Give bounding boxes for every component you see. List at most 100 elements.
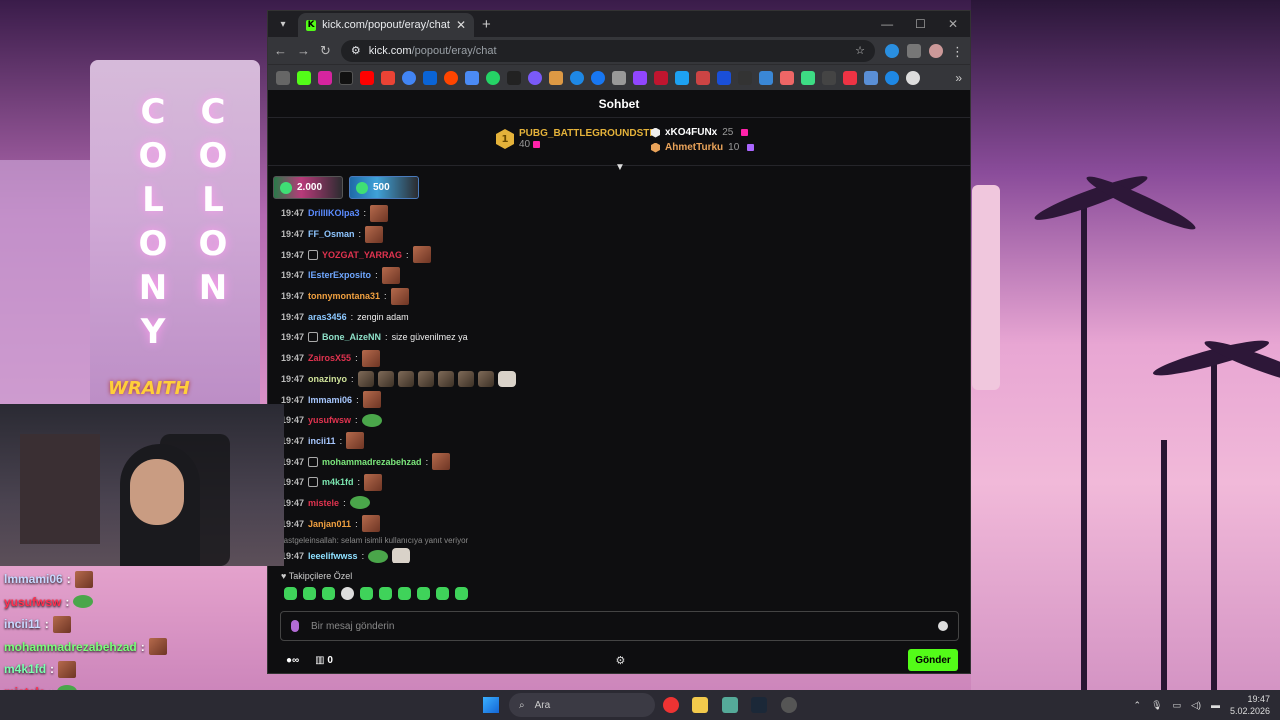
bookmark-instagram-icon[interactable]: [318, 70, 332, 85]
profile-avatar[interactable]: [929, 43, 943, 58]
chat-message[interactable]: 19:47 aras3456: zengin adam: [281, 306, 957, 327]
bookmark-dark-icon[interactable]: [822, 70, 836, 85]
network-icon[interactable]: ▭: [1173, 700, 1182, 711]
bookmark-play-icon[interactable]: [570, 70, 584, 85]
tab-search-icon[interactable]: ▾: [272, 13, 294, 35]
bookmark-red-icon[interactable]: [654, 70, 668, 85]
bookmark-youtube-icon[interactable]: [360, 70, 374, 85]
emote-button[interactable]: [436, 587, 449, 600]
settings-gear-icon[interactable]: ⚙: [616, 654, 626, 667]
bookmark-chart-icon[interactable]: [843, 70, 857, 85]
message-username[interactable]: mistele: [308, 498, 339, 508]
bookmark-play2-icon[interactable]: [885, 70, 899, 85]
file-explorer-icon[interactable]: [692, 697, 708, 713]
goal-pill[interactable]: 2.000: [273, 176, 343, 199]
extensions-puzzle-icon[interactable]: [907, 43, 921, 58]
bookmark-icon[interactable]: [696, 70, 710, 85]
message-username[interactable]: YOZGAT_YARRAG: [322, 250, 402, 260]
bookmark-x-icon[interactable]: [339, 70, 353, 85]
forward-icon[interactable]: →: [297, 43, 310, 58]
emote-button[interactable]: [360, 587, 373, 600]
leaderboard-second[interactable]: xKO4FUNx 25: [651, 125, 754, 140]
address-bar[interactable]: ⚙ kick.com/popout/eray/chat ☆: [340, 39, 875, 62]
bookmark-kick-icon[interactable]: [297, 70, 311, 85]
chat-message[interactable]: 19:47 leeelifwwss:: [281, 546, 957, 563]
chat-message[interactable]: 19:47 mohammadrezabehzad:: [281, 451, 957, 472]
message-username[interactable]: leeelifwwss: [308, 551, 358, 561]
chat-message[interactable]: 19:47 m4k1fd:: [281, 472, 957, 493]
chat-message[interactable]: 19:47 mistele:: [281, 493, 957, 514]
message-input[interactable]: Bir mesaj gönderin: [280, 611, 959, 641]
bookmark-android-icon[interactable]: [801, 70, 815, 85]
chat-message[interactable]: 19:47 onazinyo:: [281, 369, 957, 390]
message-username[interactable]: Janjan011: [308, 519, 351, 529]
collapse-icon[interactable]: ▼: [615, 162, 625, 173]
chat-message[interactable]: 19:47 FF_Osman:: [281, 224, 957, 245]
emote-button[interactable]: [284, 587, 297, 600]
bookmark-store-icon[interactable]: [549, 70, 563, 85]
battery-icon[interactable]: ▬: [1211, 700, 1220, 710]
message-username[interactable]: incii11: [308, 436, 336, 446]
message-username[interactable]: ZairosX55: [308, 353, 351, 363]
menu-icon[interactable]: ⋮: [951, 44, 964, 59]
chat-message[interactable]: 19:47 Janjan011:: [281, 513, 957, 534]
bookmark-tiktok-icon[interactable]: [507, 70, 521, 85]
reload-icon[interactable]: ↻: [320, 43, 331, 59]
more-bookmarks-icon[interactable]: »: [955, 71, 962, 85]
message-username[interactable]: mohammadrezabehzad: [322, 457, 422, 467]
bookmark-cloud-icon[interactable]: [759, 70, 773, 85]
message-username[interactable]: onazinyo: [308, 374, 347, 384]
bookmark-app-icon[interactable]: [528, 70, 542, 85]
leaderboard-first[interactable]: 1 PUBG_BATTLEGROUNDSTR 40: [496, 128, 657, 150]
emote-button[interactable]: [379, 587, 392, 600]
message-username[interactable]: lmmami06: [308, 395, 352, 405]
chat-message[interactable]: 19:47 incii11:: [281, 431, 957, 452]
chat-message[interactable]: 19:47 tonnymontana31:: [281, 286, 957, 307]
bookmark-whatsapp-icon[interactable]: [486, 70, 500, 85]
chat-message[interactable]: 19:47 yusufwsw:: [281, 410, 957, 431]
new-tab-icon[interactable]: +: [482, 16, 491, 33]
send-button[interactable]: Gönder: [908, 649, 958, 671]
tray-chevron-icon[interactable]: ⌃: [1134, 700, 1142, 711]
volume-icon[interactable]: ◁): [1191, 700, 1201, 711]
message-username[interactable]: aras3456: [308, 312, 347, 322]
steam-icon[interactable]: [751, 697, 767, 713]
bookmark-google-icon[interactable]: [402, 70, 416, 85]
bookmark-translate-icon[interactable]: [465, 70, 479, 85]
message-username[interactable]: m4k1fd: [322, 477, 354, 487]
bookmark-globe-icon[interactable]: [906, 70, 920, 85]
emote-button[interactable]: [398, 587, 411, 600]
windows-start-icon[interactable]: [483, 697, 499, 713]
message-username[interactable]: FF_Osman: [308, 229, 355, 239]
chat-message[interactable]: 19:47 lEsterExposito:: [281, 265, 957, 286]
bookmark-star-icon[interactable]: ☆: [855, 44, 865, 57]
bookmark-gmail-icon[interactable]: [381, 70, 395, 85]
mic-tray-icon[interactable]: 🎙: [1151, 700, 1162, 711]
message-username[interactable]: DrillIKOlpa3: [308, 208, 360, 218]
apps-icon[interactable]: [276, 70, 290, 85]
bookmark-facebook-icon[interactable]: [591, 70, 605, 85]
chrome-icon[interactable]: [663, 697, 679, 713]
bookmark-reddit-icon[interactable]: [444, 70, 458, 85]
clock[interactable]: 19:47 5.02.2026: [1230, 693, 1270, 717]
close-window-icon[interactable]: ✕: [948, 17, 958, 31]
emote-button[interactable]: [303, 587, 316, 600]
bookmark-photo-icon[interactable]: [864, 70, 878, 85]
bookmark-twitter-icon[interactable]: [675, 70, 689, 85]
chat-message[interactable]: 19:47 Bone_AizeNN: size güvenilmez ya: [281, 327, 957, 348]
message-username[interactable]: Bone_AizeNN: [322, 332, 381, 342]
maximize-icon[interactable]: ☐: [915, 17, 926, 31]
tab-kick-chat[interactable]: K kick.com/popout/eray/chat ✕: [298, 13, 474, 37]
minimize-icon[interactable]: —: [881, 17, 893, 31]
store-icon[interactable]: ▥ 0: [315, 655, 333, 666]
bookmark-pin-icon[interactable]: [780, 70, 794, 85]
chat-message[interactable]: 19:47 DrillIKOlpa3:: [281, 203, 957, 224]
extension-icon[interactable]: [885, 43, 899, 58]
bookmark-b-icon[interactable]: [717, 70, 731, 85]
emote-button[interactable]: [341, 587, 354, 600]
goal-pill[interactable]: 500: [349, 176, 419, 199]
chat-message[interactable]: 19:47 YOZGAT_YARRAG:: [281, 244, 957, 265]
bookmark-terminal-icon[interactable]: [738, 70, 752, 85]
emote-button[interactable]: [455, 587, 468, 600]
emoji-icon[interactable]: [938, 621, 948, 631]
